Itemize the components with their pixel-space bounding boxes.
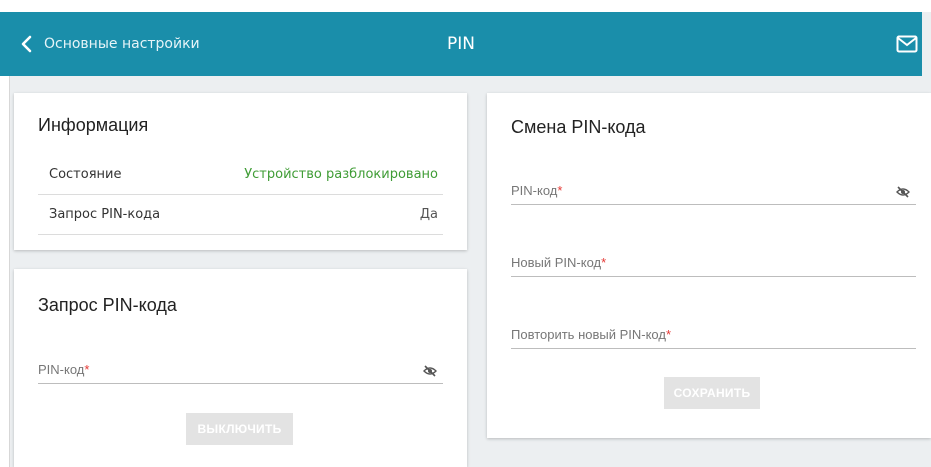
pin-request-value: Да	[419, 207, 438, 222]
top-bar: Основные настройки PIN	[0, 12, 922, 76]
status-value: Устройство разблокировано	[244, 167, 438, 182]
info-row-label: Запрос PIN-кода	[49, 207, 161, 222]
pin-request-card: Запрос PIN-кода PIN-код* ВЫКЛЮЧИТЬ	[14, 269, 467, 467]
new-pin-input[interactable]	[511, 253, 916, 276]
eye-off-icon[interactable]	[423, 363, 437, 377]
pin-input[interactable]	[38, 360, 443, 383]
pin-request-title: Запрос PIN-кода	[38, 295, 177, 315]
pin-change-title: Смена PIN-кода	[511, 117, 646, 137]
info-card: Информация Состояние Устройство разблоки…	[14, 93, 467, 250]
back-link[interactable]: Основные настройки	[20, 12, 200, 76]
disable-button[interactable]: ВЫКЛЮЧИТЬ	[186, 413, 293, 445]
info-row-status: Состояние Устройство разблокировано	[38, 155, 443, 195]
pin-field[interactable]: PIN-код*	[38, 360, 443, 384]
info-title: Информация	[38, 115, 149, 135]
current-pin-input[interactable]	[511, 181, 916, 204]
save-button[interactable]: СОХРАНИТЬ	[664, 377, 760, 409]
current-pin-field[interactable]: PIN-код*	[511, 181, 916, 205]
chevron-left-icon	[20, 34, 34, 54]
repeat-pin-input[interactable]	[511, 325, 916, 348]
info-row-label: Состояние	[49, 167, 122, 182]
back-link-label: Основные настройки	[44, 36, 200, 52]
pin-change-card: Смена PIN-кода PIN-код* Новый PIN-код* П…	[487, 93, 931, 438]
info-row-pin-request: Запрос PIN-кода Да	[38, 195, 443, 235]
eye-off-icon[interactable]	[896, 184, 910, 198]
new-pin-field[interactable]: Новый PIN-код*	[511, 253, 916, 277]
mail-icon[interactable]	[896, 35, 918, 53]
repeat-pin-field[interactable]: Повторить новый PIN-код*	[511, 325, 916, 349]
